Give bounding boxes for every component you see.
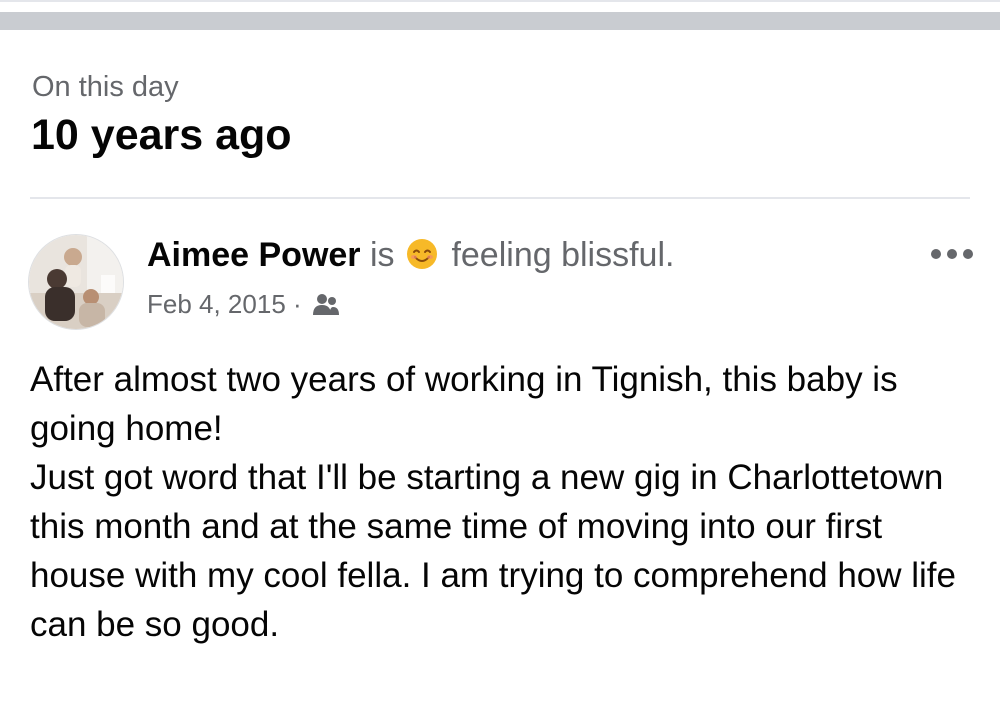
is-text: is <box>369 236 395 274</box>
post-meta: Feb 4, 2015 · <box>147 287 339 325</box>
more-options-button[interactable] <box>928 240 978 268</box>
post-body-paragraph: Just got word that I'll be starting a ne… <box>30 458 956 644</box>
top-separator-bar <box>0 12 1000 30</box>
friends-icon[interactable] <box>312 291 339 325</box>
author-name[interactable]: Aimee Power <box>147 236 361 274</box>
author-avatar[interactable] <box>28 234 124 330</box>
smiling-face-emoji-icon <box>406 238 438 280</box>
post-header: Aimee Power is feeling blissful. <box>147 234 674 280</box>
post-body: After almost two years of working in Tig… <box>30 355 975 649</box>
meta-separator: · <box>293 289 302 319</box>
memory-kicker: On this day <box>32 71 179 103</box>
feeling-text[interactable]: feeling blissful. <box>451 236 674 274</box>
memory-title: 10 years ago <box>31 111 292 159</box>
header-divider <box>30 197 970 199</box>
post-body-paragraph: After almost two years of working in Tig… <box>30 360 898 448</box>
post-date[interactable]: Feb 4, 2015 <box>147 289 286 319</box>
top-border <box>0 0 1000 2</box>
avatar-photo <box>29 235 123 329</box>
more-options-icon <box>931 249 973 259</box>
